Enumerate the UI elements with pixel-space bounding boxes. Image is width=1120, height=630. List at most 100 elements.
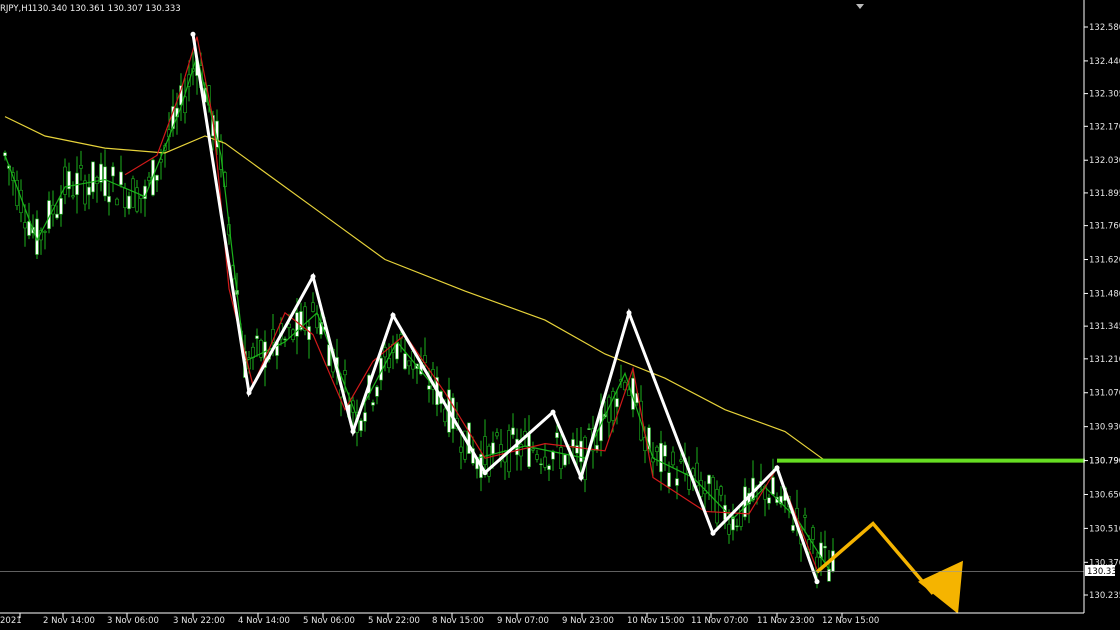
candle-body [255,335,259,339]
candle-body [563,454,567,466]
candle-body [671,451,675,466]
zigzag-vertex [774,465,780,471]
scroll-marker-icon[interactable] [856,4,864,9]
candle-body [579,440,583,463]
price-tick-label: 131.620 [1089,256,1120,266]
time-tick-label: 2 Nov 14:00 [43,616,95,626]
current-price-label: 130.333 [1087,567,1120,577]
projection-arrowhead [918,560,963,614]
candle-body [547,465,551,470]
price-tick-label: 131.210 [1089,355,1120,365]
time-tick-label: 5 Nov 22:00 [368,616,420,626]
price-tick-label: 131.760 [1089,222,1120,232]
long-ma-line [4,116,826,462]
zigzag-vertex [814,579,820,585]
candle-body [711,477,715,513]
time-tick-label: 10 Nov 15:00 [627,616,684,626]
price-tick-label: 132.170 [1089,122,1120,132]
candle-body [123,188,127,208]
candle-body [91,161,95,193]
candle-body [99,163,103,183]
candle-body [735,525,739,528]
candle-body [55,213,59,219]
candle-body [531,448,535,451]
zigzag-vertex [626,310,632,316]
chart-header-symbol: RJPY,H1 [0,4,33,14]
zigzag-vertex [710,530,716,536]
candle-body [139,195,143,199]
candlesticks [3,51,835,589]
time-tick-label: 4 Nov 14:00 [238,616,290,626]
candle-body [135,187,139,212]
candle-body [363,412,367,422]
candle-body [83,180,87,205]
candle-body [655,446,659,452]
price-tick-label: 131.070 [1089,389,1120,399]
candle-body [403,353,407,370]
candle-body [483,436,487,465]
candle-body [111,166,115,177]
candle-body [571,439,575,447]
candle-body [527,434,531,468]
candle-body [459,446,463,453]
zigzag-vertex [310,273,316,279]
candle-body [343,370,347,376]
price-tick-label: 132.440 [1089,57,1120,67]
candle-body [511,427,515,436]
zigzag-vertex [190,31,196,37]
candle-body [427,385,431,390]
candle-body [667,472,671,487]
time-tick-label: 11 Nov 07:00 [691,616,748,626]
candle-body [371,402,375,406]
candle-body [679,459,683,462]
axis-ticks: 132.580 132.440 132.305 132.170 132.030 131.8… [0,23,1120,626]
price-tick-label: 130.930 [1089,423,1120,433]
price-tick-label: 132.580 [1089,23,1120,33]
zigzag-vertex [390,312,396,318]
time-tick-label: 2021 [0,616,22,626]
price-chart[interactable]: 132.580 132.440 132.305 132.170 132.030 131.8… [0,0,1120,630]
candle-body [127,195,131,210]
zigzag-vertex [578,475,584,481]
chart-header-ohlc: 130.340 130.361 130.307 130.333 [32,4,181,14]
candle-body [75,172,79,195]
candle-body [491,442,495,455]
candle-body [715,489,719,524]
candle-body [727,523,731,535]
candle-body [771,477,775,495]
price-tick-label: 132.305 [1089,90,1120,100]
candle-body [3,152,7,157]
candle-body [131,178,135,208]
time-tick-label: 9 Nov 07:00 [497,616,549,626]
time-tick-label: 11 Nov 23:00 [757,616,814,626]
price-tick-label: 130.650 [1089,490,1120,500]
candle-body [587,428,591,430]
candle-body [43,231,47,233]
candle-body [659,442,663,473]
candle-body [407,360,411,367]
zigzag-vertex [246,390,252,396]
candle-body [539,463,543,466]
candle-body [675,478,679,486]
candle-body [59,198,63,215]
candle-body [87,186,91,196]
zigzag-line [191,34,819,583]
candle-body [739,505,743,527]
candle-body [823,545,827,549]
candle-body [375,386,379,397]
price-tick-label: 132.030 [1089,156,1120,166]
zigzag-vertex [350,429,356,435]
candle-body [251,346,255,359]
price-tick-label: 131.480 [1089,289,1120,299]
candle-body [803,514,807,518]
candle-body [575,445,579,454]
candle-body [63,166,67,195]
candle-body [707,474,711,485]
candle-body [307,326,311,340]
indicator-lines [0,31,1120,614]
time-tick-label: 9 Nov 23:00 [562,616,614,626]
candle-body [155,174,159,181]
candle-body [23,222,27,229]
time-tick-label: 12 Nov 15:00 [822,616,879,626]
candle-body [283,338,287,341]
